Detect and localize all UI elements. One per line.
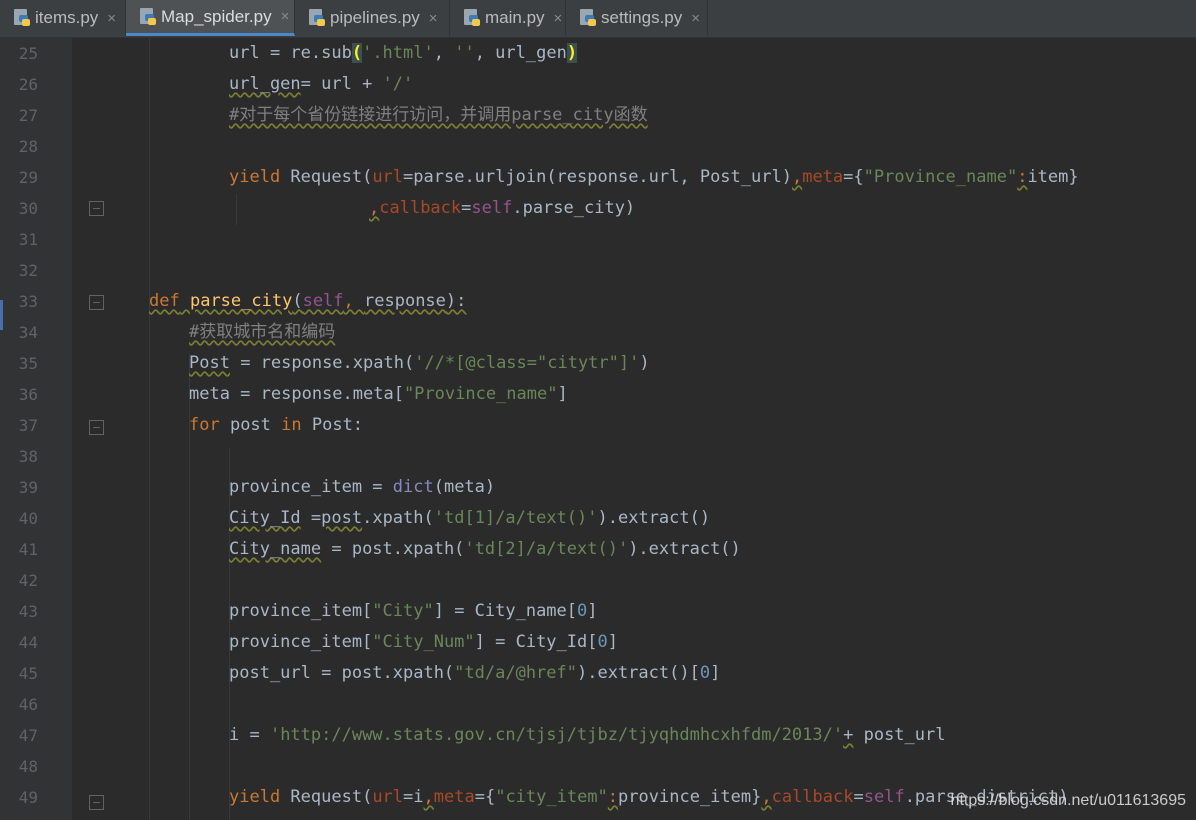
line-number: 35: [18, 354, 38, 373]
watermark: https://blog.csdn.net/u011613695: [950, 792, 1186, 809]
code-text: Post = response.xpath('//*[@class="cityt…: [189, 353, 650, 373]
tab-label: settings.py: [601, 8, 683, 27]
line-number: 32: [18, 261, 38, 280]
line-number: 33: [18, 292, 38, 311]
code-text: url = re.sub('.html', '', url_gen): [229, 43, 578, 63]
line-number: 31: [18, 230, 38, 249]
tab-map-spider-py[interactable]: Map_spider.py ×: [126, 0, 295, 36]
code-line: 43 province_item["City"] = City_name[0]: [0, 596, 1196, 627]
code-line: 30 ,callback=self.parse_city): [0, 193, 1196, 224]
code-text: City_name = post.xpath('td[2]/a/text()')…: [229, 539, 741, 559]
code-comment: #获取城市名和编码: [189, 322, 336, 342]
code-text: province_item["City"] = City_name[0]: [229, 601, 598, 621]
python-file-icon: [14, 9, 30, 27]
code-line: 34 #获取城市名和编码: [0, 317, 1196, 348]
line-number: 42: [18, 571, 38, 590]
code-line: 40 City_Id =post.xpath('td[1]/a/text()')…: [0, 503, 1196, 534]
code-line: 42: [0, 565, 1196, 596]
line-number: 47: [18, 726, 38, 745]
line-number: 34: [18, 323, 38, 342]
code-line: 48: [0, 751, 1196, 782]
code-line: 33 def parse_city(self, response):: [0, 286, 1196, 317]
tab-main-py[interactable]: main.py ×: [450, 0, 566, 36]
tab-label: Map_spider.py: [161, 6, 272, 26]
tab-label: items.py: [35, 8, 99, 27]
code-line: 35 Post = response.xpath('//*[@class="ci…: [0, 348, 1196, 379]
line-number: 44: [18, 633, 38, 652]
python-file-icon: [580, 9, 596, 27]
code-text: i = 'http://www.stats.gov.cn/tjsj/tjbz/t…: [229, 725, 946, 745]
python-file-icon: [140, 7, 156, 26]
code-text: yield Request(url=i,meta={"city_item":pr…: [229, 787, 1069, 807]
code-text: post_url = post.xpath("td/a/@href").extr…: [229, 663, 721, 683]
tab-label: main.py: [485, 8, 545, 27]
line-number: 28: [18, 137, 38, 156]
code-line: 25 url = re.sub('.html', '', url_gen): [0, 38, 1196, 69]
code-text: def parse_city(self, response):: [149, 291, 467, 311]
line-number: 41: [18, 540, 38, 559]
code-text: meta = response.meta["Province_name"]: [189, 384, 568, 404]
code-line: 31: [0, 224, 1196, 255]
python-file-icon: [464, 9, 480, 27]
code-line: 47 i = 'http://www.stats.gov.cn/tjsj/tjb…: [0, 720, 1196, 751]
close-icon[interactable]: ×: [281, 8, 290, 25]
line-number: 27: [18, 106, 38, 125]
code-line: 46: [0, 689, 1196, 720]
line-number: 43: [18, 602, 38, 621]
code-line: 45 post_url = post.xpath("td/a/@href").e…: [0, 658, 1196, 689]
tab-pipelines-py[interactable]: pipelines.py ×: [295, 0, 450, 36]
code-text: province_item["City_Num"] = City_Id[0]: [229, 632, 618, 652]
code-line: 39 province_item = dict(meta): [0, 472, 1196, 503]
code-line: 44 province_item["City_Num"] = City_Id[0…: [0, 627, 1196, 658]
line-number: 48: [18, 757, 38, 776]
line-number: 45: [18, 664, 38, 683]
close-icon[interactable]: ×: [691, 10, 700, 27]
code-line: 36 meta = response.meta["Province_name"]: [0, 379, 1196, 410]
line-number: 39: [18, 478, 38, 497]
code-line: 38: [0, 441, 1196, 472]
line-number: 46: [18, 695, 38, 714]
close-icon[interactable]: ×: [429, 10, 438, 27]
python-file-icon: [309, 9, 325, 27]
code-editor[interactable]: 25 url = re.sub('.html', '', url_gen) 26…: [0, 38, 1196, 820]
code-line: 37 for post in Post:: [0, 410, 1196, 441]
tab-label: pipelines.py: [330, 8, 420, 27]
editor-tab-bar: items.py × Map_spider.py × pipelines.py …: [0, 0, 1196, 38]
code-line: 29 yield Request(url=parse.urljoin(respo…: [0, 162, 1196, 193]
line-number: 30: [18, 199, 38, 218]
code-text: yield Request(url=parse.urljoin(response…: [229, 167, 1079, 187]
close-icon[interactable]: ×: [107, 10, 116, 27]
line-number: 26: [18, 75, 38, 94]
line-number: 36: [18, 385, 38, 404]
line-number: 29: [18, 168, 38, 187]
code-text: ,callback=self.parse_city): [369, 198, 636, 218]
code-line: 27 #对于每个省份链接进行访问，并调用parse_city函数: [0, 100, 1196, 131]
line-number: 49: [18, 788, 38, 807]
close-icon[interactable]: ×: [554, 10, 563, 27]
code-comment: #对于每个省份链接进行访问，并调用parse_city函数: [229, 105, 648, 125]
code-line: 28: [0, 131, 1196, 162]
code-line: 32: [0, 255, 1196, 286]
code-text: for post in Post:: [189, 415, 364, 435]
line-number: 38: [18, 447, 38, 466]
line-number: 40: [18, 509, 38, 528]
code-text: url_gen= url + '/': [229, 74, 414, 94]
line-number: 37: [18, 416, 38, 435]
line-number: 25: [18, 44, 38, 63]
tab-settings-py[interactable]: settings.py ×: [566, 0, 708, 36]
tab-items-py[interactable]: items.py ×: [0, 0, 126, 36]
code-text: City_Id =post.xpath('td[1]/a/text()').ex…: [229, 508, 711, 528]
code-text: province_item = dict(meta): [229, 477, 496, 497]
code-line: 26 url_gen= url + '/': [0, 69, 1196, 100]
code-line: 41 City_name = post.xpath('td[2]/a/text(…: [0, 534, 1196, 565]
